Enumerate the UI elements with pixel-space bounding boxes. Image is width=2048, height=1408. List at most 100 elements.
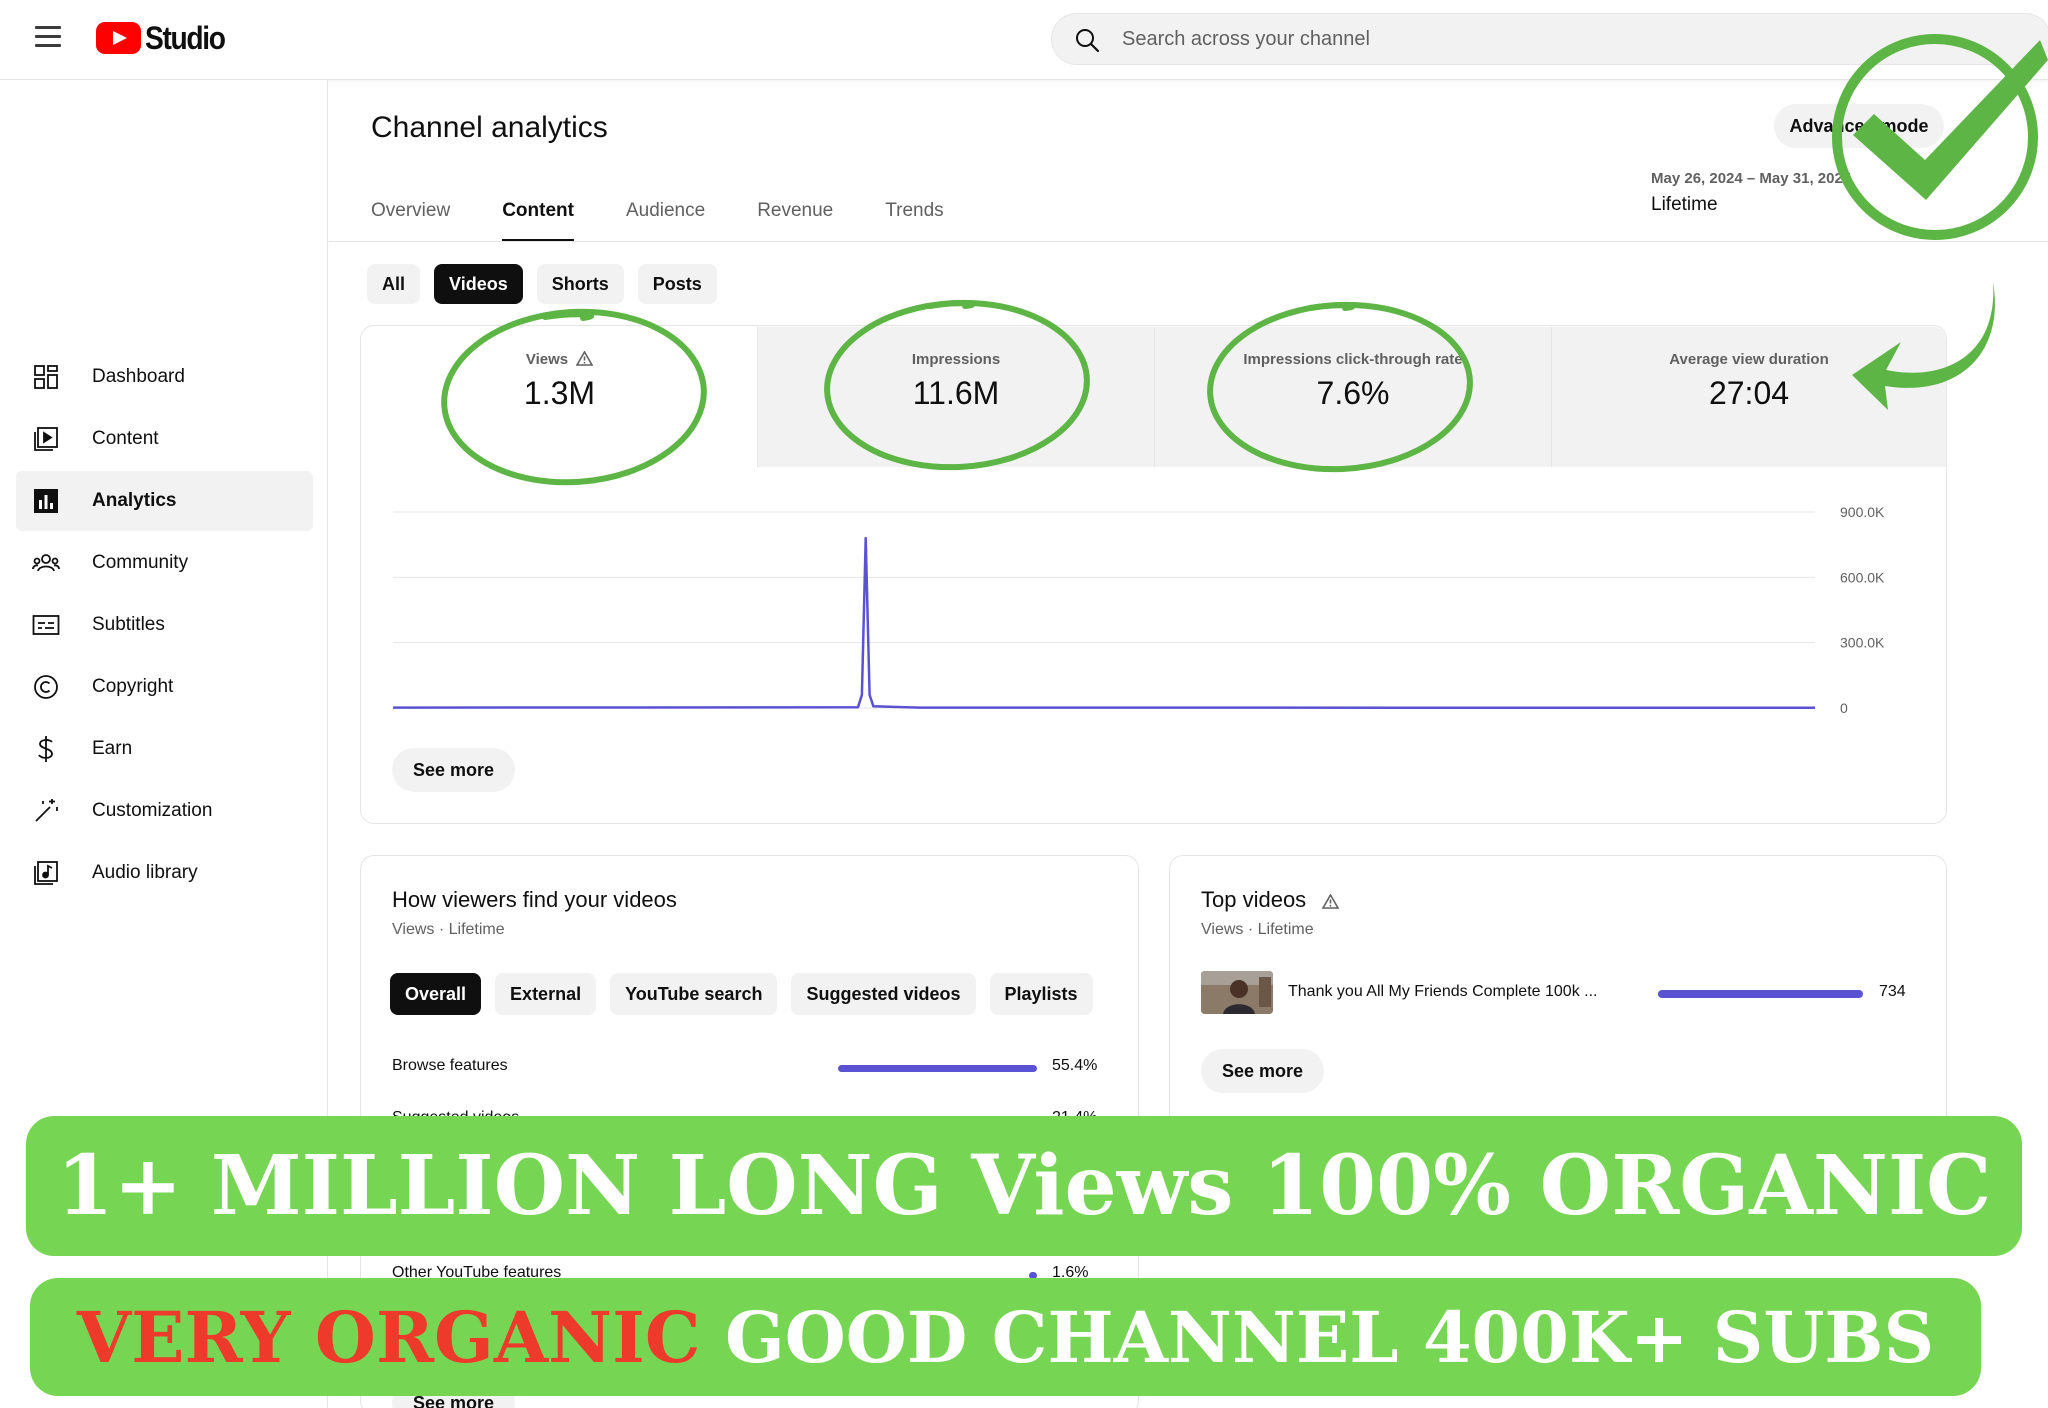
traffic-row: Browse features 55.4% <box>392 1057 1108 1081</box>
metric-value: 27:04 <box>1708 375 1790 411</box>
card-subtitle: Views · Lifetime <box>392 921 505 938</box>
tabs-divider <box>329 241 2048 242</box>
sidebar-item-label: Subtitles <box>92 614 165 635</box>
metric-label: Views <box>525 351 569 368</box>
content-type-chips: All Videos Shorts Posts <box>367 264 731 304</box>
sidebar-item-copyright[interactable]: Copyright <box>16 657 313 717</box>
sidebar-item-label: Customization <box>92 800 213 821</box>
y-tick-label: 300.0K <box>1840 635 1885 651</box>
sidebar-item-content[interactable]: Content <box>16 409 313 469</box>
chip-videos[interactable]: Videos <box>434 264 523 304</box>
traffic-value: 55.4% <box>1052 1057 1098 1074</box>
metric-impressions[interactable]: Impressions 11.6M <box>758 327 1155 467</box>
metric-label: Average view duration <box>1669 351 1829 368</box>
sidebar-item-analytics[interactable]: Analytics <box>16 471 313 531</box>
studio-logo[interactable]: Studio <box>96 18 236 58</box>
metric-label: Impressions <box>911 351 1001 368</box>
x-tick-label: Jul 27, 2024 <box>589 720 671 721</box>
dashboard-icon <box>32 363 60 391</box>
sidebar-item-label: Analytics <box>92 490 177 511</box>
sidebar-item-label: Community <box>92 552 189 573</box>
x-tick-label: Jan 28, 2025 <box>1298 720 1385 721</box>
subtitles-icon <box>32 611 60 639</box>
video-views-bar <box>1658 990 1863 998</box>
x-tick-label: Mar 30, 2025 <box>1534 720 1622 721</box>
metric-value: 7.6% <box>1316 375 1390 411</box>
x-tick-label: Nov 27, 2024 <box>1059 720 1148 721</box>
date-range[interactable]: May 26, 2024 – May 31, 2025 <box>1651 170 1851 187</box>
content-icon <box>32 425 60 453</box>
views-series-line <box>392 536 1816 710</box>
sidebar-item-label: Content <box>92 428 159 449</box>
traffic-label: Browse features <box>392 1057 508 1074</box>
sidebar-item-community[interactable]: Community <box>16 533 313 593</box>
chip-all[interactable]: All <box>367 264 421 304</box>
menu-icon[interactable] <box>34 26 62 50</box>
video-title[interactable]: Thank you All My Friends Complete 100k .… <box>1288 983 1597 1001</box>
headline-banner: 1+ MILLION LONG Views 100% ORGANIC <box>26 1116 2022 1256</box>
chip-external[interactable]: External <box>495 973 597 1015</box>
sidebar-item-earn[interactable]: Earn <box>16 719 313 779</box>
card-title: How viewers find your videos <box>392 887 677 912</box>
y-tick-label: 600.0K <box>1840 569 1885 585</box>
chip-youtube-search[interactable]: YouTube search <box>610 973 778 1015</box>
metric-ctr[interactable]: Impressions click-through rate 7.6% <box>1155 327 1552 467</box>
sidebar-item-label: Dashboard <box>92 366 185 387</box>
warning-icon <box>1322 894 1340 909</box>
video-views-value: 734 <box>1879 983 1906 1000</box>
date-period[interactable]: Lifetime <box>1651 194 1718 216</box>
banner-text: 1+ MILLION LONG Views 100% ORGANIC <box>56 1138 1992 1234</box>
top-video-row[interactable]: Thank you All My Friends Complete 100k .… <box>1201 971 1917 1015</box>
dollar-icon <box>32 735 60 763</box>
chip-shorts[interactable]: Shorts <box>536 264 624 304</box>
sidebar-item-customization[interactable]: Customization <box>16 781 313 841</box>
metric-value: 11.6M <box>912 375 1000 411</box>
card-subtitle: Views · Lifetime <box>1201 921 1314 938</box>
video-thumbnail[interactable] <box>1201 971 1273 1014</box>
top-videos-see-more-button[interactable]: See more <box>1201 1049 1325 1093</box>
banner-text: GOOD CHANNEL 400K+ SUBS <box>700 1295 1935 1379</box>
metric-views[interactable]: Views 1.3M <box>362 327 758 467</box>
tab-revenue[interactable]: Revenue <box>757 190 833 242</box>
community-icon <box>32 549 60 577</box>
tab-overview[interactable]: Overview <box>371 190 450 242</box>
metric-value: 1.3M <box>523 375 596 411</box>
chip-playlists[interactable]: Playlists <box>989 973 1093 1015</box>
chart-see-more-button[interactable]: See more <box>392 748 516 792</box>
advanced-mode-button[interactable]: Advanced mode <box>1774 104 1944 148</box>
sidebar-item-label: Earn <box>92 738 133 759</box>
audio-library-icon <box>32 859 60 887</box>
chip-overall[interactable]: Overall <box>390 973 482 1015</box>
analytics-tabs: Overview Content Audience Revenue Trends <box>371 190 996 242</box>
tab-audience[interactable]: Audience <box>626 190 705 242</box>
sidebar-item-label: Audio library <box>92 862 198 883</box>
analytics-icon <box>32 487 60 515</box>
banner-text-red: VERY ORGANIC <box>76 1295 701 1379</box>
views-line-chart: 900.0K 600.0K 300.0K 0 May 26, 2024 Jul 27, 2… <box>392 504 1885 721</box>
card-title: Top videos <box>1201 887 1307 912</box>
x-tick-label: Sep 26, 2024 <box>822 720 911 721</box>
y-tick-label: 0 <box>1840 700 1848 716</box>
sidebar-item-label: Copyright <box>92 676 174 697</box>
circle-annotation <box>927 300 976 309</box>
tab-content[interactable]: Content <box>502 190 574 242</box>
chip-posts[interactable]: Posts <box>637 264 717 304</box>
traffic-source-chips: Overall External YouTube search Suggeste… <box>390 973 1107 1015</box>
search-bar[interactable] <box>1051 13 2048 65</box>
sidebar-item-dashboard[interactable]: Dashboard <box>16 347 313 407</box>
tab-trends[interactable]: Trends <box>885 190 943 242</box>
metric-avg-view-duration[interactable]: Average view duration 27:04 <box>1552 327 1946 467</box>
top-bar: Studio <box>0 0 2048 80</box>
search-icon[interactable] <box>1074 27 1100 53</box>
page-title: Channel analytics <box>371 111 608 144</box>
warning-icon <box>576 351 594 366</box>
chip-suggested-videos[interactable]: Suggested videos <box>791 973 976 1015</box>
traffic-bar <box>838 1065 1037 1072</box>
y-tick-label: 900.0K <box>1840 504 1885 520</box>
x-tick-label: May 31, 2025 <box>1724 720 1815 721</box>
copyright-icon <box>32 673 60 701</box>
sidebar-item-subtitles[interactable]: Subtitles <box>16 595 313 655</box>
search-input[interactable] <box>1122 14 1982 64</box>
sidebar-item-audio-library[interactable]: Audio library <box>16 843 313 903</box>
youtube-play-icon <box>96 22 141 54</box>
